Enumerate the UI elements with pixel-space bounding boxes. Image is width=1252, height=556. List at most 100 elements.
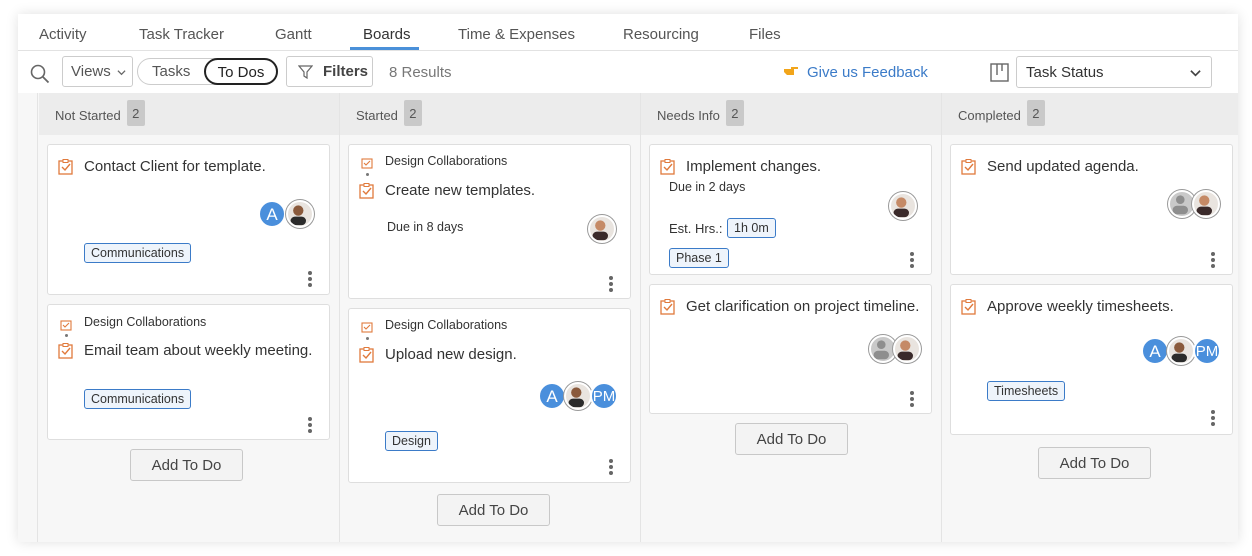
card-title: Get clarification on project timeline. [686, 298, 920, 315]
column-count: 2 [1026, 100, 1045, 126]
column-needs-info: Needs Info 2 Implement changes. Due in 2 … [641, 93, 942, 542]
due-date: Due in 2 days [669, 180, 746, 194]
toolbar: Views Tasks To Dos Filters 8 Results Giv… [18, 51, 1238, 93]
avatar-photo [1192, 190, 1220, 218]
checkbox-icon[interactable] [58, 159, 74, 175]
kanban-board: Not Started 2 Contact Client for template… [18, 93, 1238, 542]
more-options-icon[interactable] [308, 417, 312, 433]
add-todo-button[interactable]: Add To Do [130, 449, 243, 481]
views-dropdown[interactable]: Views [62, 56, 133, 87]
add-todo-button[interactable]: Add To Do [437, 494, 550, 526]
pointing-hand-icon [784, 67, 798, 75]
more-options-icon[interactable] [1211, 410, 1215, 426]
checkbox-icon[interactable] [961, 159, 977, 175]
card-title: Email team about weekly meeting. [84, 342, 313, 359]
tag: Communications [84, 243, 192, 263]
tasks-todos-toggle: Tasks To Dos [137, 58, 278, 85]
feedback-label: Give us Feedback [807, 64, 928, 81]
column-started: Started 2 Design Collaborations Create ne… [340, 93, 641, 542]
column-count: 2 [403, 100, 422, 126]
toggle-tasks[interactable]: Tasks [152, 63, 190, 80]
results-count: 8 Results [389, 64, 452, 81]
tab-files[interactable]: Files [749, 26, 781, 43]
parent-task-name: Design Collaborations [84, 315, 207, 329]
add-todo-button[interactable]: Add To Do [1038, 447, 1151, 479]
connector-dot [65, 334, 68, 337]
todo-card[interactable]: Design Collaborations Upload new design.… [348, 308, 631, 483]
todo-card[interactable]: Design Collaborations Create new templat… [348, 144, 631, 299]
tag: Communications [84, 389, 192, 409]
todo-card[interactable]: Approve weekly timesheets. A PM Timeshee… [950, 284, 1233, 435]
parent-task-icon [60, 320, 72, 331]
filters-button[interactable]: Filters [286, 56, 373, 87]
estimated-hours-value: 1h 0m [727, 218, 776, 238]
column-count: 2 [126, 100, 145, 126]
checkbox-icon[interactable] [359, 183, 375, 199]
board-left-gutter [18, 93, 38, 542]
column-header: Not Started 2 [39, 93, 339, 135]
views-label: Views [71, 63, 111, 80]
app-window: Activity Task Tracker Gantt Boards Time … [18, 14, 1238, 542]
connector-dot [366, 173, 369, 176]
tab-task-tracker[interactable]: Task Tracker [139, 26, 224, 43]
checkbox-icon[interactable] [660, 159, 676, 175]
todo-card[interactable]: Get clarification on project timeline. [649, 284, 932, 414]
checkbox-icon[interactable] [961, 299, 977, 315]
column-title: Completed [958, 107, 1021, 123]
avatar: A [538, 382, 566, 410]
checkbox-icon[interactable] [58, 343, 74, 359]
tab-resourcing[interactable]: Resourcing [623, 26, 699, 43]
search-icon[interactable] [30, 64, 50, 84]
due-date: Due in 8 days [387, 220, 464, 234]
card-title: Send updated agenda. [987, 158, 1139, 175]
toggle-todos[interactable]: To Dos [204, 58, 278, 85]
parent-task-name: Design Collaborations [385, 318, 508, 332]
board-icon [990, 63, 1009, 82]
column-not-started: Not Started 2 Contact Client for template… [39, 93, 340, 542]
checkbox-icon[interactable] [660, 299, 676, 315]
chevron-down-icon [117, 70, 126, 76]
column-title: Needs Info [657, 107, 720, 123]
card-title: Contact Client for template. [84, 158, 266, 175]
chevron-down-icon [1190, 70, 1201, 77]
tab-boards[interactable]: Boards [363, 26, 411, 43]
avatar: PM [590, 382, 618, 410]
todo-card[interactable]: Contact Client for template. A Communica… [47, 144, 330, 295]
add-todo-button[interactable]: Add To Do [735, 423, 848, 455]
parent-task-name: Design Collaborations [385, 154, 508, 168]
more-options-icon[interactable] [609, 276, 613, 292]
parent-task-icon [361, 158, 373, 169]
todo-card[interactable]: Design Collaborations Email team about w… [47, 304, 330, 440]
more-options-icon[interactable] [609, 459, 613, 475]
feedback-link[interactable]: Give us Feedback [783, 64, 928, 81]
card-title: Implement changes. [686, 158, 822, 175]
column-header: Completed 2 [942, 93, 1238, 135]
more-options-icon[interactable] [910, 252, 914, 268]
group-by-value: Task Status [1026, 64, 1104, 81]
checkbox-icon[interactable] [359, 347, 375, 363]
avatar-photo [286, 200, 314, 228]
tab-time-expenses[interactable]: Time & Expenses [458, 26, 575, 43]
tag: Design [385, 431, 438, 451]
tab-bar: Activity Task Tracker Gantt Boards Time … [18, 14, 1238, 51]
filter-icon [298, 65, 313, 79]
more-options-icon[interactable] [308, 271, 312, 287]
todo-card[interactable]: Implement changes. Due in 2 days Est. Hr… [649, 144, 932, 275]
more-options-icon[interactable] [910, 391, 914, 407]
filters-label: Filters [323, 63, 369, 80]
avatar-photo [893, 335, 921, 363]
tab-gantt[interactable]: Gantt [275, 26, 312, 43]
column-title: Started [356, 107, 398, 123]
tab-activity[interactable]: Activity [39, 26, 87, 43]
todo-card[interactable]: Send updated agenda. [950, 144, 1233, 275]
avatar-photo [588, 215, 616, 243]
avatar: A [1141, 337, 1169, 365]
more-options-icon[interactable] [1211, 252, 1215, 268]
column-header: Needs Info 2 [641, 93, 941, 135]
parent-task-icon [361, 322, 373, 333]
avatar: PM [1193, 337, 1221, 365]
group-by-select[interactable]: Task Status [1016, 56, 1212, 88]
column-title: Not Started [55, 107, 121, 123]
card-title: Approve weekly timesheets. [987, 298, 1174, 315]
column-header: Started 2 [340, 93, 640, 135]
